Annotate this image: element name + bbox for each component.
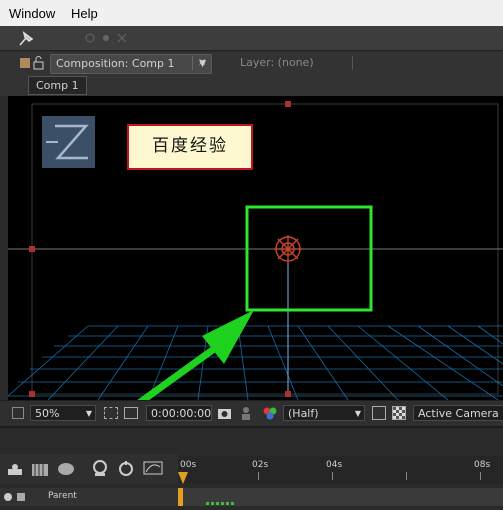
ruler-label: 02s xyxy=(252,460,269,470)
lock-icon[interactable] xyxy=(33,56,45,70)
ruler-label: 08s xyxy=(474,460,491,470)
tools-toolbar xyxy=(0,26,503,51)
timeline-switches xyxy=(0,454,178,484)
tab-composition[interactable]: Composition: Comp 1 ▼ xyxy=(50,54,212,74)
show-snapshot-icon[interactable] xyxy=(240,406,252,420)
composition-tab-label: Composition: Comp 1 xyxy=(56,57,175,70)
viewer-controls-bar: 50% ▼ 0:00:00:00 (Half) ▼ Active Camera xyxy=(0,400,503,427)
text-layer-box[interactable]: 百度经验 xyxy=(127,124,253,170)
timeline-panel: 00s 02s 04s 08s Parent xyxy=(0,426,503,510)
snapshot-camera-icon[interactable] xyxy=(217,406,233,420)
timeline-columns: Parent xyxy=(0,488,178,506)
3d-grid-floor xyxy=(8,325,503,400)
composition-viewer[interactable]: 百度经验 xyxy=(8,96,503,400)
hide-shy-layers-icon[interactable] xyxy=(56,460,76,478)
menu-bar: Window Help xyxy=(0,0,503,26)
camera-view-select[interactable]: Active Camera xyxy=(413,405,503,421)
ruler-label: 00s xyxy=(180,460,197,470)
zoom-select[interactable]: 50% ▼ xyxy=(30,405,96,421)
menu-window[interactable]: Window xyxy=(9,6,55,21)
axis-mode-icons[interactable] xyxy=(84,32,130,44)
motion-blur-icon[interactable] xyxy=(117,459,135,477)
comp-1-button[interactable]: Comp 1 xyxy=(28,76,87,95)
panel-color-icon xyxy=(20,58,30,68)
region-of-interest-icon[interactable] xyxy=(372,406,386,420)
always-preview-icon[interactable] xyxy=(12,407,24,419)
column-icons xyxy=(4,493,25,501)
composition-panel-header: Composition: Comp 1 ▼ × Layer: (none) xyxy=(0,52,503,74)
playhead-icon[interactable] xyxy=(178,472,188,484)
highlight-box xyxy=(245,205,373,312)
pin-tool-icon[interactable] xyxy=(16,29,38,47)
annotation-arrow xyxy=(137,310,254,400)
graph-editor-icon[interactable] xyxy=(142,459,164,477)
frame-blending-icon[interactable] xyxy=(90,459,110,477)
current-time-indicator[interactable] xyxy=(178,488,183,506)
work-area-bar[interactable] xyxy=(178,488,503,506)
color-channels-icon[interactable] xyxy=(262,406,278,420)
transparency-grid-icon[interactable] xyxy=(392,406,406,420)
menu-help[interactable]: Help xyxy=(71,6,98,21)
title-safe-icon[interactable] xyxy=(104,407,118,419)
time-ruler[interactable]: 00s 02s 04s 08s xyxy=(178,456,503,484)
comp-mini-flowchart-icon[interactable] xyxy=(6,461,24,477)
camera-target-icon[interactable] xyxy=(274,235,302,263)
tab-layer[interactable]: Layer: (none) xyxy=(240,54,314,72)
current-time-field[interactable]: 0:00:00:00 xyxy=(146,405,212,421)
draft-3d-icon[interactable] xyxy=(30,460,50,478)
close-icon[interactable]: × xyxy=(198,54,206,72)
parent-column-header: Parent xyxy=(48,491,77,501)
viewer-canvas xyxy=(8,101,503,400)
chevron-down-icon: ▼ xyxy=(354,409,361,418)
resolution-select[interactable]: (Half) ▼ xyxy=(283,405,365,421)
mask-visibility-icon[interactable] xyxy=(124,407,138,419)
composition-navigator: Comp 1 xyxy=(0,74,503,96)
z-logo-layer[interactable] xyxy=(42,116,95,168)
ruler-label: 04s xyxy=(326,460,343,470)
chevron-down-icon: ▼ xyxy=(85,409,92,418)
cache-indicator xyxy=(206,502,236,505)
